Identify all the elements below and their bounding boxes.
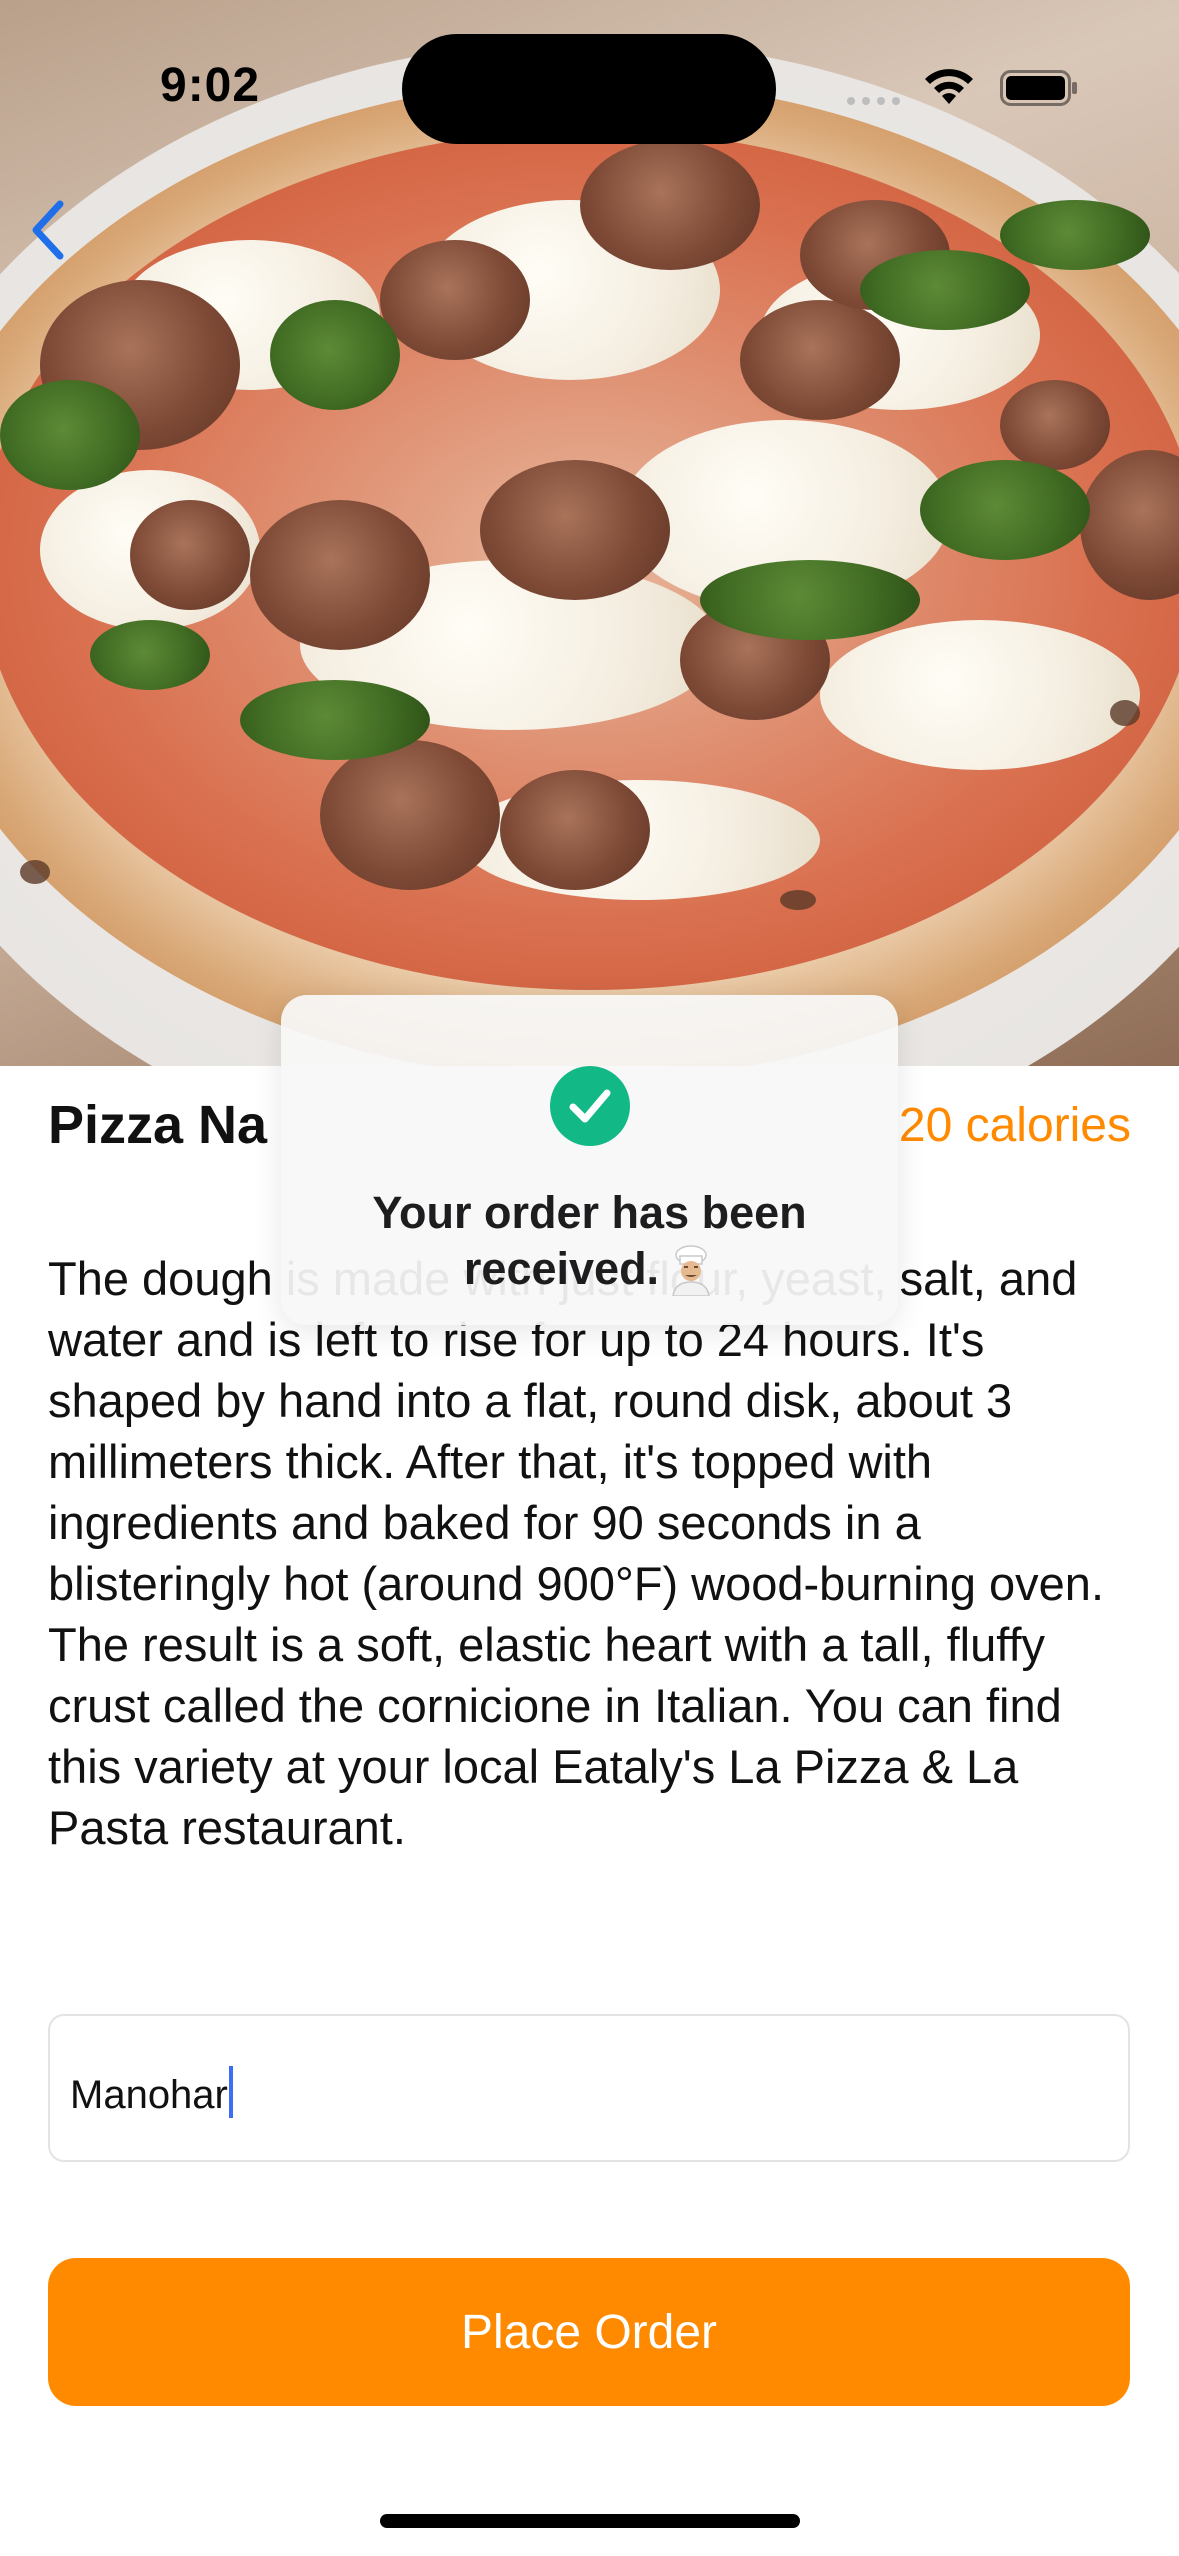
status-bar-time: 9:02	[160, 59, 261, 112]
calories-label: 20 calories	[898, 1099, 1131, 1152]
screen: 9:02 Pizza Na 20 calories The dough is m…	[0, 0, 1179, 2556]
order-confirmation-toast: Your order has been received.	[281, 995, 898, 1325]
cellular-signal-icon	[847, 97, 900, 105]
text-cursor	[228, 2066, 233, 2118]
customer-name-value: Manohar	[70, 2066, 233, 2118]
item-description: The dough is made with just flour, yeast…	[48, 1252, 1105, 1854]
item-title: Pizza Na	[48, 1095, 268, 1155]
checkmark-circle-icon	[550, 1066, 630, 1146]
place-order-button[interactable]: Place Order	[48, 2258, 1130, 2406]
chef-emoji-icon	[672, 1245, 710, 1296]
pizza-hero-image	[0, 0, 1179, 1066]
toast-message-text: Your order has been received.	[372, 1187, 807, 1294]
place-order-label: Place Order	[460, 2305, 718, 2359]
chevron-left-icon	[32, 200, 64, 260]
dynamic-island	[402, 34, 776, 144]
wifi-icon	[925, 69, 973, 104]
customer-name-input[interactable]: Manohar	[48, 2014, 1130, 2162]
back-button[interactable]	[18, 190, 78, 270]
toast-message: Your order has been received.	[321, 1185, 858, 1297]
home-indicator	[380, 2514, 800, 2528]
battery-icon	[1000, 70, 1077, 106]
